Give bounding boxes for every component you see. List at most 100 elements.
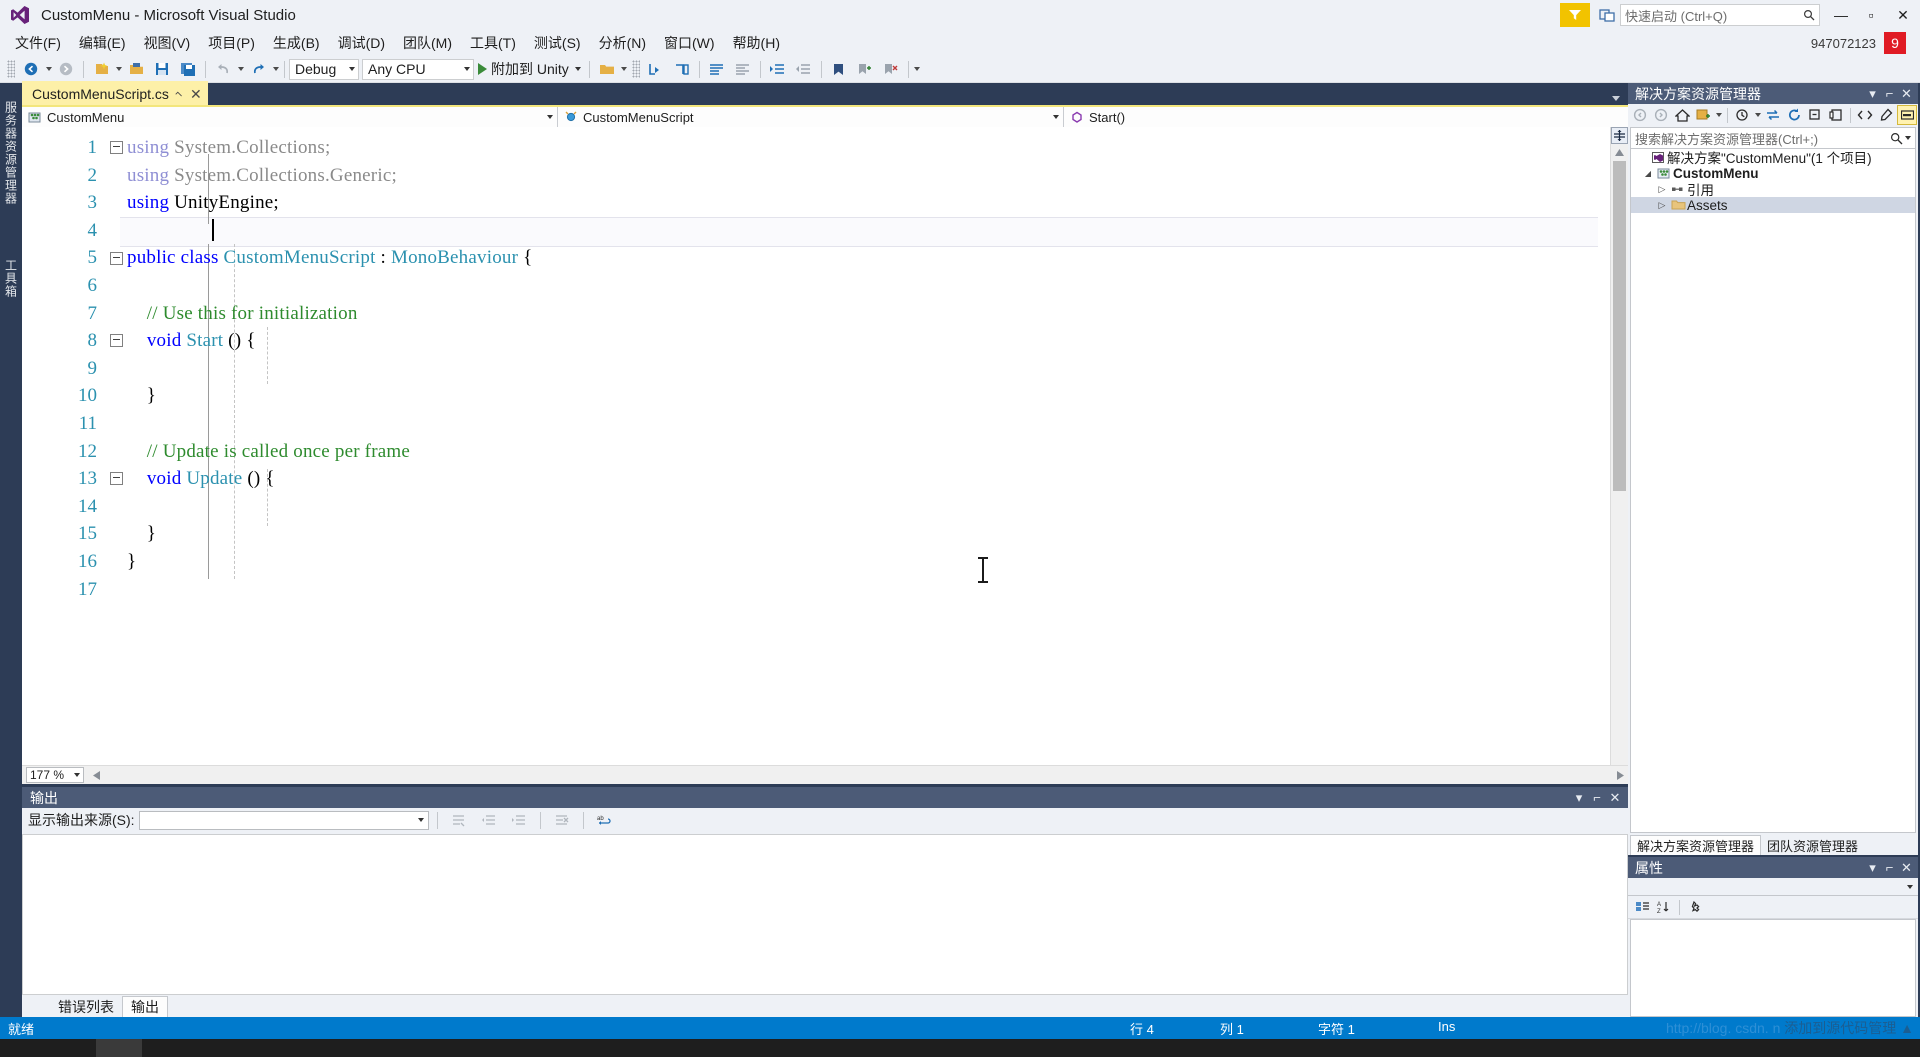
code-line[interactable]: 15 } bbox=[22, 520, 1610, 548]
code-line[interactable]: 7 // Use this for initialization bbox=[22, 300, 1610, 328]
menu-item-team[interactable]: 团队(M) bbox=[394, 30, 461, 56]
fold-marker[interactable] bbox=[105, 251, 127, 265]
properties-close-icon[interactable]: ✕ bbox=[1898, 859, 1915, 877]
code-line[interactable]: 5 public class CustomMenuScript : MonoBeh… bbox=[22, 244, 1610, 272]
se-collapse-all-icon[interactable] bbox=[1805, 105, 1825, 125]
se-pending-dropdown[interactable] bbox=[1714, 104, 1723, 126]
undo-dropdown[interactable] bbox=[236, 58, 245, 80]
properties-grid[interactable] bbox=[1630, 919, 1916, 1017]
navigate-backward-icon[interactable] bbox=[18, 58, 44, 80]
tree-arrow-references[interactable]: ▷ bbox=[1655, 184, 1669, 195]
toolbar-grip[interactable] bbox=[7, 60, 15, 78]
rail-tab-server-explorer[interactable]: 服务器资源管理器 bbox=[1, 95, 22, 211]
rail-tab-toolbox[interactable]: 工具箱 bbox=[1, 253, 22, 304]
search-options-chevron-down-icon[interactable] bbox=[1905, 136, 1911, 140]
output-pin-icon[interactable]: ⌐ bbox=[1588, 789, 1606, 807]
properties-object-combo[interactable] bbox=[1628, 878, 1918, 896]
toolbar-overflow[interactable] bbox=[913, 58, 922, 80]
fold-marker[interactable] bbox=[105, 334, 127, 348]
nav-project-combo[interactable]: CustomMenu bbox=[22, 107, 558, 127]
menu-item-build[interactable]: 生成(B) bbox=[264, 30, 329, 56]
se-sync-icon[interactable] bbox=[1763, 105, 1783, 125]
tab-solution-explorer[interactable]: 解决方案资源管理器 bbox=[1630, 835, 1762, 855]
menu-item-test[interactable]: 测试(S) bbox=[525, 30, 590, 56]
solution-explorer-close-icon[interactable]: ✕ bbox=[1898, 85, 1915, 103]
se-home-icon[interactable] bbox=[1672, 105, 1692, 125]
new-project-dropdown[interactable] bbox=[114, 58, 123, 80]
code-line[interactable]: 12 // Update is called once per frame bbox=[22, 438, 1610, 466]
toolbar-grip-2[interactable] bbox=[631, 60, 640, 78]
clear-bookmarks-icon[interactable] bbox=[878, 58, 904, 80]
new-project-icon[interactable] bbox=[88, 58, 114, 80]
menu-item-edit[interactable]: 编辑(E) bbox=[70, 30, 135, 56]
feedback-icon[interactable] bbox=[1560, 3, 1590, 27]
navigate-backward-dropdown[interactable] bbox=[44, 58, 53, 80]
toggle-bookmark-icon[interactable] bbox=[852, 58, 878, 80]
menu-item-view[interactable]: 视图(V) bbox=[135, 30, 200, 56]
maximize-button[interactable]: ▫ bbox=[1856, 0, 1886, 30]
nav-type-combo[interactable]: CustomMenuScript bbox=[558, 107, 1064, 127]
se-show-all-files-icon[interactable] bbox=[1876, 105, 1896, 125]
open-file-icon[interactable] bbox=[123, 58, 149, 80]
account-name[interactable]: 947072123 bbox=[1811, 36, 1876, 51]
scroll-left-arrow-icon[interactable] bbox=[88, 767, 104, 783]
editor-horizontal-scrollbar[interactable] bbox=[88, 766, 1628, 784]
save-all-icon[interactable] bbox=[175, 58, 201, 80]
tree-row-solution[interactable]: 解决方案"CustomMenu"(1 个项目) bbox=[1631, 149, 1915, 166]
solution-configuration-combo[interactable]: Debug bbox=[289, 58, 359, 80]
code-line[interactable]: 16} bbox=[22, 548, 1610, 576]
output-text-area[interactable] bbox=[22, 834, 1628, 995]
menu-item-window[interactable]: 窗口(W) bbox=[655, 30, 724, 56]
output-minimize-icon[interactable]: ▾ bbox=[1570, 789, 1588, 807]
editor-split-button[interactable] bbox=[1611, 127, 1628, 144]
tree-row-assets[interactable]: ▷ Assets bbox=[1631, 197, 1915, 213]
close-icon[interactable]: ✕ bbox=[190, 86, 202, 103]
nav-member-combo[interactable]: Start() bbox=[1064, 107, 1628, 127]
nav-project-chevron-down-icon[interactable] bbox=[547, 115, 553, 119]
menu-item-file[interactable]: 文件(F) bbox=[6, 30, 70, 56]
tree-row-references[interactable]: ▷ 引用 bbox=[1631, 181, 1915, 198]
document-tab-custommenuscript[interactable]: CustomMenuScript.cs ⌐ ✕ bbox=[22, 81, 208, 105]
solution-platform-combo[interactable]: Any CPU bbox=[362, 58, 474, 80]
collapse-minus-icon[interactable] bbox=[109, 472, 123, 486]
code-line[interactable]: 11 bbox=[22, 410, 1610, 438]
bookmark-icon[interactable] bbox=[826, 58, 852, 80]
tree-arrow-assets[interactable]: ▷ bbox=[1655, 200, 1669, 211]
indent-icon[interactable] bbox=[765, 58, 791, 80]
nav-type-chevron-down-icon[interactable] bbox=[1053, 115, 1059, 119]
output-toggle-word-wrap-icon[interactable]: ab bbox=[592, 809, 618, 831]
code-line[interactable]: 4 bbox=[22, 217, 1610, 245]
account-badge[interactable]: 9 bbox=[1884, 32, 1906, 54]
attach-to-unity-button[interactable]: 附加到 Unity bbox=[474, 58, 585, 80]
properties-alphabetical-icon[interactable]: AZ bbox=[1654, 897, 1674, 917]
se-properties-window-icon[interactable] bbox=[1826, 105, 1846, 125]
solution-explorer-search-input[interactable]: 搜索解决方案资源管理器(Ctrl+;) bbox=[1630, 127, 1916, 149]
code-line[interactable]: 14 bbox=[22, 493, 1610, 521]
tab-team-explorer[interactable]: 团队资源管理器 bbox=[1761, 836, 1865, 855]
menu-item-analyze[interactable]: 分析(N) bbox=[590, 30, 655, 56]
code-line[interactable]: 2 using System.Collections.Generic; bbox=[22, 162, 1610, 190]
code-line[interactable]: 6 bbox=[22, 272, 1610, 300]
scroll-right-arrow-icon[interactable] bbox=[1612, 767, 1628, 783]
menu-item-project[interactable]: 项目(P) bbox=[199, 30, 264, 56]
tree-row-project[interactable]: ◢ CustomMenu bbox=[1631, 165, 1915, 181]
pin-icon[interactable]: ⌐ bbox=[172, 87, 187, 102]
code-line[interactable]: 1 using System.Collections; bbox=[22, 134, 1610, 162]
taskbar-tile[interactable] bbox=[96, 1039, 142, 1057]
tab-output[interactable]: 输出 bbox=[122, 996, 168, 1017]
se-view-code-icon[interactable] bbox=[1855, 105, 1875, 125]
vertical-scroll-thumb[interactable] bbox=[1613, 161, 1626, 491]
uncomment-selection-icon[interactable] bbox=[730, 58, 756, 80]
close-button[interactable]: ✕ bbox=[1886, 0, 1920, 30]
fold-marker[interactable] bbox=[105, 141, 127, 155]
code-line[interactable]: 10 } bbox=[22, 382, 1610, 410]
menu-item-help[interactable]: 帮助(H) bbox=[724, 30, 789, 56]
save-icon[interactable] bbox=[149, 58, 175, 80]
notifications-icon[interactable] bbox=[1594, 3, 1620, 27]
properties-minimize-icon[interactable]: ▾ bbox=[1864, 859, 1881, 877]
code-line[interactable]: 3 using UnityEngine; bbox=[22, 189, 1610, 217]
tab-overflow-chevron-down-icon[interactable] bbox=[1612, 96, 1620, 101]
code-line[interactable]: 17 bbox=[22, 576, 1610, 604]
tree-arrow-project[interactable]: ◢ bbox=[1641, 169, 1655, 178]
solution-explorer-pin-icon[interactable]: ⌐ bbox=[1881, 85, 1898, 103]
